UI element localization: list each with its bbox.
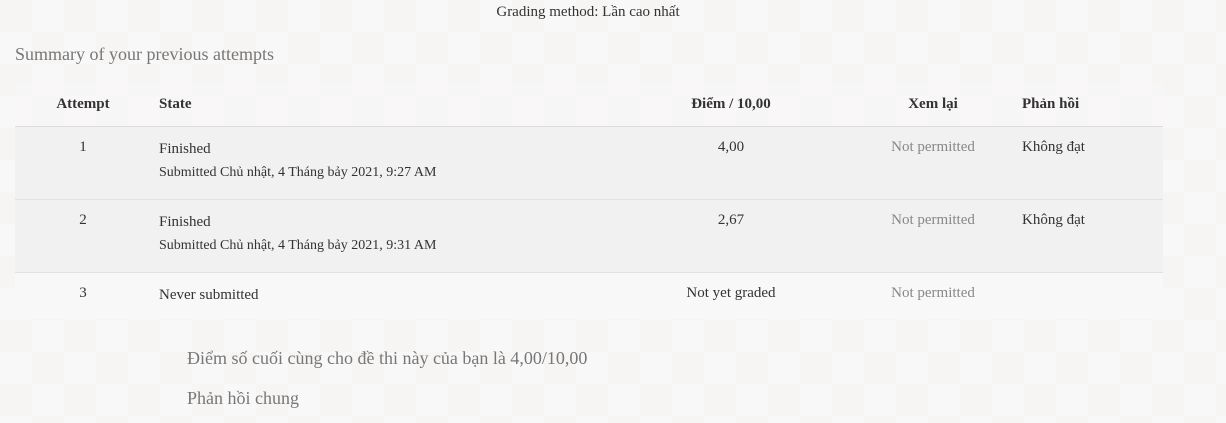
table-row: 1 Finished Submitted Chủ nhật, 4 Tháng b… [15, 126, 1163, 200]
attempt-state: Finished Submitted Chủ nhật, 4 Tháng bảy… [151, 199, 610, 273]
table-row: 2 Finished Submitted Chủ nhật, 4 Tháng b… [15, 199, 1163, 273]
attempt-state: Finished Submitted Chủ nhật, 4 Tháng bảy… [151, 126, 610, 200]
state-label: Finished [159, 214, 211, 230]
header-state: State [151, 82, 610, 127]
attempt-feedback [1014, 272, 1163, 319]
attempt-feedback: Không đạt [1014, 199, 1163, 273]
attempt-review: Not permitted [852, 126, 1014, 200]
header-feedback: Phản hồi [1014, 82, 1163, 127]
state-label: Finished [159, 141, 211, 157]
header-grade: Điểm / 10,00 [610, 82, 852, 127]
submitted-timestamp: Submitted Chủ nhật, 4 Tháng bảy 2021, 9:… [159, 238, 437, 253]
attempt-review: Not permitted [852, 272, 1014, 319]
final-grade-text: Điểm số cuối cùng cho đề thi này của bạn… [187, 348, 588, 368]
header-attempt: Attempt [15, 82, 151, 127]
attempt-grade: Not yet graded [610, 272, 852, 319]
attempt-grade: 4,00 [610, 126, 852, 200]
attempt-feedback: Không đạt [1014, 126, 1163, 200]
attempts-summary-table: Attempt State Điểm / 10,00 Xem lại Phản … [15, 82, 1163, 319]
attempt-grade: 2,67 [610, 199, 852, 273]
table-header-row: Attempt State Điểm / 10,00 Xem lại Phản … [15, 82, 1163, 127]
header-review: Xem lại [852, 82, 1014, 127]
attempt-number: 3 [15, 272, 151, 319]
submitted-timestamp: Submitted Chủ nhật, 4 Tháng bảy 2021, 9:… [159, 165, 437, 180]
summary-heading: Summary of your previous attempts [15, 44, 274, 64]
attempt-number: 1 [15, 126, 151, 200]
state-label: Never submitted [159, 287, 259, 303]
attempt-number: 2 [15, 199, 151, 273]
overall-feedback-heading: Phản hồi chung [187, 388, 299, 408]
attempt-review: Not permitted [852, 199, 1014, 273]
grading-method-info: Grading method: Lần cao nhất [496, 4, 680, 20]
table-row: 3 Never submitted Not yet graded Not per… [15, 272, 1163, 319]
attempt-state: Never submitted [151, 272, 610, 319]
